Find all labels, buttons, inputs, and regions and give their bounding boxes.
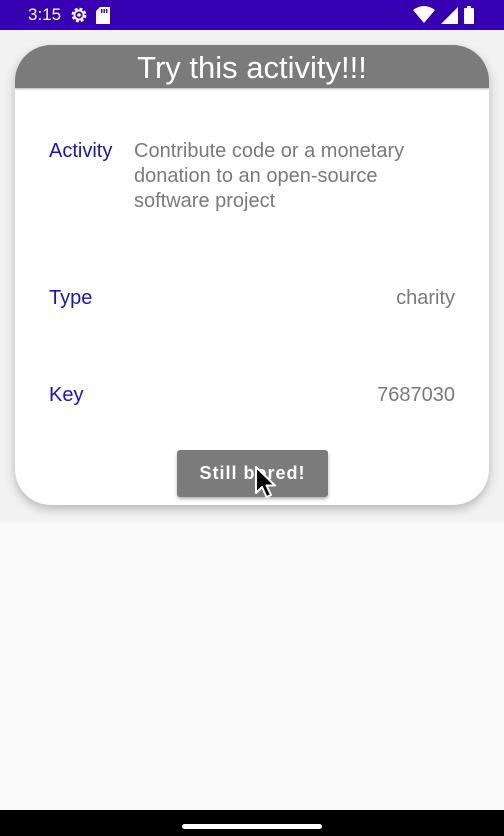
type-label: Type — [49, 287, 93, 309]
status-bar: 3:15 — [0, 0, 504, 30]
key-value: 7687030 — [377, 384, 455, 406]
type-value: charity — [396, 287, 455, 309]
key-label: Key — [49, 384, 84, 406]
card-title: Try this activity!!! — [15, 45, 489, 88]
activity-card: Try this activity!!! Activity Contribute… — [15, 45, 489, 505]
activity-value: Contribute code or a monetary donation t… — [134, 140, 405, 212]
sd-card-icon — [96, 6, 110, 24]
wifi-icon — [413, 6, 435, 23]
mouse-cursor-icon — [255, 466, 276, 498]
battery-icon — [464, 6, 474, 24]
still-bored-button[interactable]: Still bored! — [177, 450, 328, 497]
navigation-bar — [0, 810, 504, 836]
status-time: 3:15 — [28, 5, 62, 24]
home-gesture-handle[interactable] — [182, 824, 322, 829]
activity-label: Activity — [49, 140, 113, 162]
cell-signal-icon — [441, 6, 458, 24]
status-left-icons — [70, 5, 110, 25]
status-right-icons — [413, 5, 474, 25]
settings-gear-icon — [71, 7, 87, 23]
